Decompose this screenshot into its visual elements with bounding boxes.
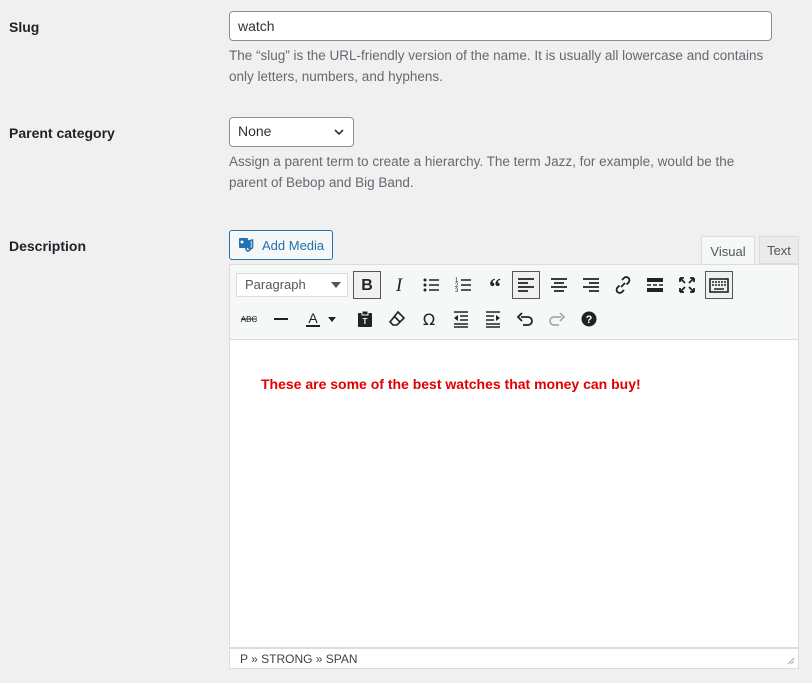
slug-help-text: The “slug” is the URL-friendly version o… xyxy=(229,48,764,84)
special-character-icon: Ω xyxy=(423,310,435,329)
align-center-button[interactable] xyxy=(545,271,573,299)
read-more-button[interactable] xyxy=(641,271,669,299)
align-right-button[interactable] xyxy=(577,271,605,299)
resize-grip-icon[interactable] xyxy=(787,657,795,665)
indent-button[interactable] xyxy=(479,305,507,333)
svg-text:A: A xyxy=(308,310,318,326)
svg-text:I: I xyxy=(395,275,404,295)
align-left-button[interactable] xyxy=(512,271,540,299)
svg-text:T: T xyxy=(363,317,368,326)
add-media-button[interactable]: Add Media xyxy=(229,230,333,260)
italic-icon: I xyxy=(395,275,404,295)
special-character-button[interactable]: Ω xyxy=(415,305,443,333)
text-color-button[interactable]: A xyxy=(299,305,327,333)
paste-text-button[interactable]: T xyxy=(351,305,379,333)
help-button[interactable]: ? xyxy=(575,305,603,333)
parent-help-text: Assign a parent term to create a hierarc… xyxy=(229,154,735,190)
horizontal-line-button[interactable] xyxy=(267,305,295,333)
strikethrough-icon: ABC xyxy=(241,315,258,324)
align-center-icon xyxy=(551,278,567,292)
toolbar-toggle-button[interactable] xyxy=(705,271,733,299)
slug-label: Slug xyxy=(9,19,40,35)
strikethrough-button[interactable]: ABC xyxy=(235,305,263,333)
element-path: P » STRONG » SPAN xyxy=(240,652,358,666)
blockquote-button[interactable]: “ xyxy=(481,271,509,299)
italic-button[interactable]: I xyxy=(385,271,413,299)
bullet-list-icon xyxy=(423,278,439,292)
editor-content-area[interactable]: These are some of the best watches that … xyxy=(229,340,799,648)
indent-icon xyxy=(486,311,500,328)
tab-visual[interactable]: Visual xyxy=(701,236,755,265)
editor-status-bar: P » STRONG » SPAN xyxy=(229,648,799,669)
numbered-list-icon: 123 xyxy=(455,278,471,294)
read-more-icon xyxy=(647,278,663,292)
chevron-down-icon xyxy=(334,129,344,136)
numbered-list-button[interactable]: 123 xyxy=(449,271,477,299)
parent-category-label: Parent category xyxy=(9,125,115,141)
svg-text:Ω: Ω xyxy=(423,310,435,329)
dropdown-arrow-icon xyxy=(331,282,341,288)
bullet-list-button[interactable] xyxy=(417,271,445,299)
horizontal-line-icon xyxy=(274,318,288,320)
fullscreen-icon xyxy=(679,277,695,293)
bold-button[interactable]: B xyxy=(353,271,381,299)
tab-text[interactable]: Text xyxy=(759,236,799,264)
svg-text:3: 3 xyxy=(455,288,459,294)
help-icon: ? xyxy=(581,311,597,327)
outdent-icon xyxy=(454,311,468,328)
editor-toolbar: Paragraph B I 123 “ ABC A T Ω ? xyxy=(229,264,799,340)
outdent-button[interactable] xyxy=(447,305,475,333)
svg-text:“: “ xyxy=(489,275,501,295)
link-button[interactable] xyxy=(609,271,637,299)
editor-text: These are some of the best watches that … xyxy=(261,376,641,392)
text-color-dropdown[interactable] xyxy=(325,305,339,333)
format-select-value: Paragraph xyxy=(245,277,306,292)
add-media-label: Add Media xyxy=(262,237,325,253)
svg-text:?: ? xyxy=(586,314,593,326)
text-color-icon: A xyxy=(306,310,320,327)
parent-category-select[interactable]: None xyxy=(229,117,354,147)
format-select[interactable]: Paragraph xyxy=(236,273,348,297)
undo-icon xyxy=(516,312,533,326)
description-label: Description xyxy=(9,238,87,254)
align-right-icon xyxy=(583,278,599,292)
bold-icon: B xyxy=(361,277,373,294)
clear-formatting-button[interactable] xyxy=(383,305,411,333)
caret-down-icon xyxy=(328,317,336,322)
slug-input[interactable] xyxy=(229,11,772,41)
media-icon xyxy=(239,238,254,252)
toolbar-toggle-icon xyxy=(709,278,729,293)
fullscreen-button[interactable] xyxy=(673,271,701,299)
parent-category-value: None xyxy=(238,123,272,139)
undo-button[interactable] xyxy=(511,305,539,333)
clear-formatting-icon xyxy=(388,310,406,326)
redo-icon xyxy=(549,312,566,326)
svg-text:B: B xyxy=(361,277,373,294)
link-icon xyxy=(615,276,631,294)
paste-text-icon: T xyxy=(358,310,372,327)
align-left-icon xyxy=(518,278,534,292)
redo-button[interactable] xyxy=(543,305,571,333)
blockquote-icon: “ xyxy=(489,275,501,295)
